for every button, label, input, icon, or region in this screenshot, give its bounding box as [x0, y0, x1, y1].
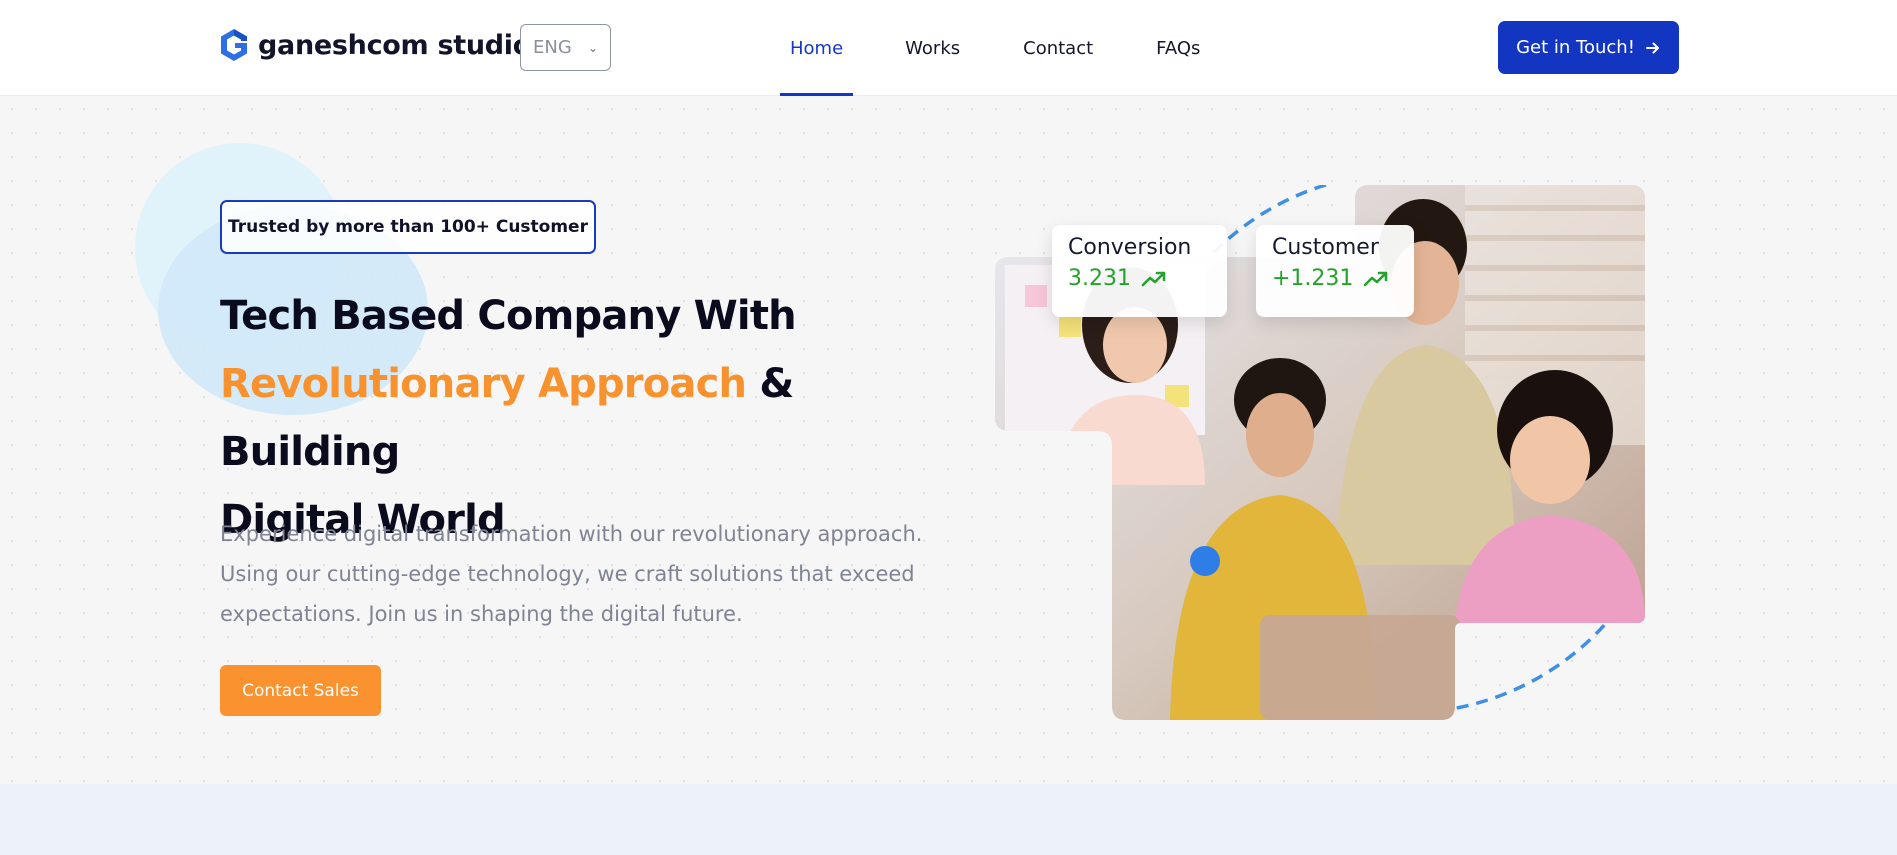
- main-nav: Home Works Contact FAQs: [779, 0, 1200, 96]
- brand-logo[interactable]: ganeshcom studio: [220, 28, 531, 62]
- stat-value: 3.231: [1068, 266, 1131, 291]
- logo-mark-icon: [221, 29, 247, 61]
- stat-label: Customer: [1272, 235, 1379, 260]
- stat-value: +1.231: [1272, 266, 1354, 291]
- nav-item-faqs[interactable]: FAQs: [1156, 0, 1200, 96]
- stat-label: Conversion: [1068, 235, 1192, 260]
- stat-card-conversion: Conversion 3.231: [1052, 225, 1227, 317]
- get-in-touch-label: Get in Touch!: [1516, 37, 1635, 58]
- nav-item-home[interactable]: Home: [779, 0, 854, 96]
- nav-item-contact[interactable]: Contact: [1023, 0, 1093, 96]
- contact-sales-button[interactable]: Contact Sales: [220, 665, 381, 716]
- stat-card-customer: Customer +1.231: [1256, 225, 1414, 317]
- headline-line-1: Tech Based Company With: [220, 293, 797, 339]
- hero-description: Experience digital transformation with o…: [220, 522, 923, 626]
- stat-value-row: +1.231: [1272, 266, 1398, 291]
- language-select[interactable]: ENG ⌄: [520, 24, 611, 71]
- stat-value-row: 3.231: [1068, 266, 1211, 291]
- brand-name: ganeshcom studio: [258, 29, 531, 61]
- next-section-band: [0, 784, 1897, 855]
- headline-accent: Revolutionary Approach: [220, 361, 747, 407]
- site-header: ganeshcom studio ENG ⌄ Home Works Contac…: [0, 0, 1897, 96]
- arrow-right-icon: [1645, 42, 1659, 53]
- language-value: ENG: [533, 37, 572, 58]
- trend-up-icon: [1364, 271, 1388, 286]
- trusted-badge: Trusted by more than 100+ Customer: [220, 200, 596, 254]
- trend-up-icon: [1141, 271, 1166, 286]
- chevron-down-icon: ⌄: [587, 40, 598, 55]
- get-in-touch-button[interactable]: Get in Touch!: [1498, 21, 1679, 74]
- nav-item-works[interactable]: Works: [905, 0, 960, 96]
